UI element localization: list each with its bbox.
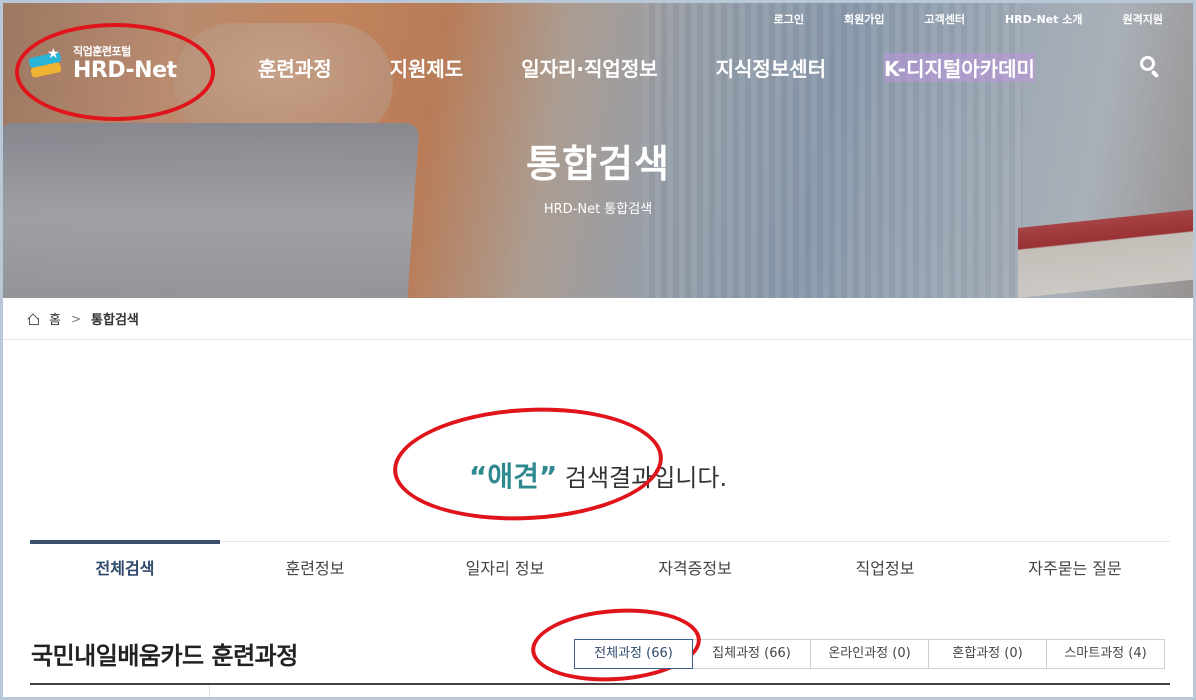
page-subtitle: HRD-Net 통합검색 xyxy=(543,202,653,217)
main-nav: 훈련과정 지원제도 일자리·직업정보 지식정보센터 K-디지털아카데미 xyxy=(258,53,1035,82)
logo-title: HRD-Net xyxy=(73,58,177,83)
home-icon[interactable] xyxy=(27,312,41,325)
search-keyword: 애견 xyxy=(487,460,539,493)
search-result-heading: “애견” 검색결과입니다. xyxy=(3,455,1193,495)
filter-blended-courses[interactable]: 혼합과정 (0) xyxy=(928,639,1047,669)
table-column-divider xyxy=(209,685,210,697)
tab-certificate-info[interactable]: 자격증정보 xyxy=(600,542,790,591)
signup-link[interactable]: 회원가입 xyxy=(844,11,884,27)
utility-nav: 로그인 회원가입 고객센터 HRD-Net 소개 원격지원 xyxy=(774,11,1163,27)
logo-icon: ★ xyxy=(27,45,65,81)
nav-job-info[interactable]: 일자리·직업정보 xyxy=(521,53,657,82)
breadcrumb-current: 통합검색 xyxy=(91,313,139,328)
breadcrumb: 홈 > 통합검색 xyxy=(3,298,1193,340)
tab-training-info[interactable]: 훈련정보 xyxy=(220,542,410,591)
page-title: 통합검색 xyxy=(526,142,670,186)
site-logo[interactable]: ★ 직업훈련포털 HRD-Net xyxy=(27,43,177,83)
logo-text: 직업훈련포털 HRD-Net xyxy=(73,43,177,83)
section-divider xyxy=(30,683,1170,685)
filter-smart-courses[interactable]: 스마트과정 (4) xyxy=(1046,639,1165,669)
search-icon[interactable] xyxy=(1137,53,1163,79)
result-suffix: 검색결과입니다. xyxy=(557,464,728,492)
filter-all-courses[interactable]: 전체과정 (66) xyxy=(574,639,693,669)
chevron-right-icon: > xyxy=(70,311,82,326)
tab-occupation-info[interactable]: 직업정보 xyxy=(790,542,980,591)
course-type-filters: 전체과정 (66) 집체과정 (66) 온라인과정 (0) 혼합과정 (0) 스… xyxy=(574,639,1165,669)
nav-training-courses[interactable]: 훈련과정 xyxy=(258,53,332,82)
filter-online-courses[interactable]: 온라인과정 (0) xyxy=(810,639,929,669)
hero-banner: 로그인 회원가입 고객센터 HRD-Net 소개 원격지원 ★ 직업훈련포털 H… xyxy=(3,3,1193,298)
close-quote: ” xyxy=(538,460,558,493)
tab-faq[interactable]: 자주묻는 질문 xyxy=(980,542,1170,591)
search-tabs: 전체검색 훈련정보 일자리 정보 자격증정보 직업정보 자주묻는 질문 xyxy=(30,540,1170,591)
breadcrumb-home[interactable]: 홈 xyxy=(49,309,61,328)
customer-center-link[interactable]: 고객센터 xyxy=(924,11,964,27)
login-link[interactable]: 로그인 xyxy=(774,11,804,27)
filter-classroom-courses[interactable]: 집체과정 (66) xyxy=(692,639,811,669)
nav-k-digital-academy[interactable]: K-디지털아카데미 xyxy=(884,53,1035,82)
nav-knowledge-center[interactable]: 지식정보센터 xyxy=(716,53,826,82)
tab-job-info[interactable]: 일자리 정보 xyxy=(410,542,600,591)
tab-all-search[interactable]: 전체검색 xyxy=(30,540,220,591)
about-link[interactable]: HRD-Net 소개 xyxy=(1005,11,1083,27)
logo-subtitle: 직업훈련포털 xyxy=(73,45,131,58)
browser-frame: 로그인 회원가입 고객센터 HRD-Net 소개 원격지원 ★ 직업훈련포털 H… xyxy=(0,0,1196,700)
open-quote: “ xyxy=(468,460,488,493)
nav-support-system[interactable]: 지원제도 xyxy=(390,53,464,82)
remote-support-link[interactable]: 원격지원 xyxy=(1123,11,1163,27)
section-title: 국민내일배움카드 훈련과정 xyxy=(31,642,298,670)
